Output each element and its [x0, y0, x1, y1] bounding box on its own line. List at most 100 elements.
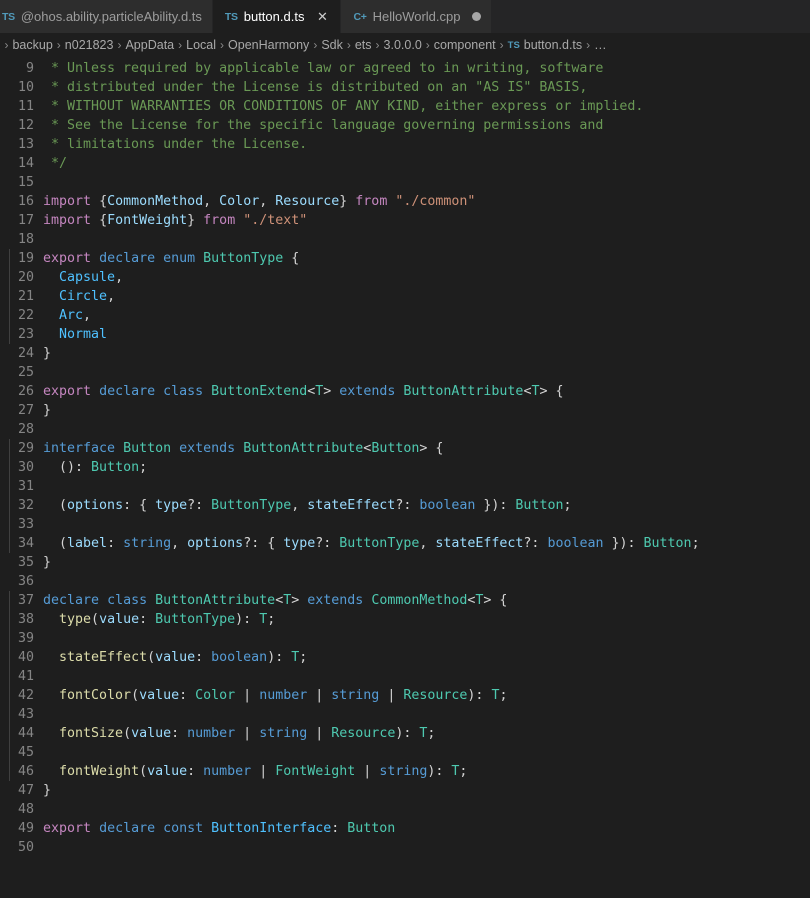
code-line[interactable] [43, 743, 810, 762]
code-line[interactable] [43, 363, 810, 382]
code-line[interactable]: export declare const ButtonInterface: Bu… [43, 819, 810, 838]
breadcrumb-item[interactable]: 3.0.0.0 [383, 38, 423, 52]
code-line[interactable] [43, 173, 810, 192]
code-token: ; [267, 612, 276, 627]
code-line[interactable]: */ [43, 154, 810, 173]
code-line[interactable]: stateEffect(value: boolean): T; [43, 648, 810, 667]
breadcrumb-item[interactable]: AppData [124, 38, 175, 52]
breadcrumb-item[interactable]: component [433, 38, 497, 52]
code-token: ButtonExtend [211, 384, 308, 399]
code-lines[interactable]: * Unless required by applicable law or a… [34, 59, 810, 857]
code-token: Resource [275, 194, 340, 209]
code-token: : [331, 821, 348, 836]
code-line[interactable] [43, 420, 810, 439]
code-token: export [43, 384, 92, 399]
code-line[interactable]: (): Button; [43, 458, 810, 477]
close-icon[interactable]: ✕ [314, 9, 330, 25]
editor-tab[interactable]: TS button.d.ts ✕ [212, 0, 342, 33]
code-token: ( [131, 688, 140, 703]
code-line[interactable]: * Unless required by applicable law or a… [43, 59, 810, 78]
code-line[interactable] [43, 477, 810, 496]
line-number: 29 [17, 441, 34, 456]
code-token: boolean [547, 536, 604, 551]
code-line[interactable] [43, 629, 810, 648]
line-number: 27 [17, 403, 34, 418]
code-line[interactable] [43, 230, 810, 249]
code-line[interactable]: export declare enum ButtonType { [43, 249, 810, 268]
code-token: ): [267, 650, 292, 665]
breadcrumb-item[interactable]: TS button.d.ts [507, 38, 584, 52]
code-token: Button [347, 821, 396, 836]
code-token: } [43, 783, 52, 798]
code-line[interactable]: * limitations under the License. [43, 135, 810, 154]
code-line[interactable]: export declare class ButtonExtend<T> ext… [43, 382, 810, 401]
code-token: value [99, 612, 140, 627]
unsaved-changes-dot-icon[interactable] [471, 12, 481, 21]
code-token: value [155, 650, 196, 665]
code-line[interactable] [43, 800, 810, 819]
code-line[interactable]: type(value: ButtonType): T; [43, 610, 810, 629]
code-token: Button [91, 460, 140, 475]
breadcrumb-item[interactable]: ets [354, 38, 373, 52]
code-token: declare [99, 821, 156, 836]
code-line[interactable] [43, 515, 810, 534]
breadcrumb-item[interactable]: OpenHarmony [227, 38, 310, 52]
code-token: extends [179, 441, 236, 456]
code-line[interactable]: * WITHOUT WARRANTIES OR CONDITIONS OF AN… [43, 97, 810, 116]
code-line[interactable]: * distributed under the License is distr… [43, 78, 810, 97]
code-token: declare [43, 593, 100, 608]
code-line[interactable]: import {CommonMethod, Color, Resource} f… [43, 192, 810, 211]
code-line[interactable]: fontWeight(value: number | FontWeight | … [43, 762, 810, 781]
code-line[interactable] [43, 705, 810, 724]
code-line[interactable]: } [43, 401, 810, 420]
code-token: > { [539, 384, 564, 399]
code-token: ; [459, 764, 468, 779]
code-line[interactable]: interface Button extends ButtonAttribute… [43, 439, 810, 458]
code-token: enum [163, 251, 196, 266]
code-token: ?: [187, 498, 212, 513]
code-line[interactable]: import {FontWeight} from "./text" [43, 211, 810, 230]
code-line[interactable]: fontSize(value: number | string | Resour… [43, 724, 810, 743]
code-token: "./text" [243, 213, 308, 228]
code-line[interactable]: declare class ButtonAttribute<T> extends… [43, 591, 810, 610]
code-line[interactable] [43, 838, 810, 857]
line-number-gutter: 9 10 11 12 13 14 15 16 17 18 19 20 21 22 23 24 25 26 27 28 2… [0, 59, 34, 857]
code-line[interactable]: (label: string, options?: { type?: Butto… [43, 534, 810, 553]
code-line[interactable] [43, 667, 810, 686]
code-line[interactable]: } [43, 781, 810, 800]
line-number: 23 [17, 327, 34, 342]
code-line[interactable]: Normal [43, 325, 810, 344]
breadcrumb-item-label: component [433, 38, 496, 52]
code-line[interactable]: * See the License for the specific langu… [43, 116, 810, 135]
breadcrumb-item[interactable]: Local [185, 38, 217, 52]
breadcrumb-item-label: Sdk [321, 38, 343, 52]
code-token: Resource [331, 726, 396, 741]
code-token: options [67, 498, 124, 513]
code-line[interactable]: (options: { type?: ButtonType, stateEffe… [43, 496, 810, 515]
indent-guide [9, 591, 10, 781]
line-number: 21 [17, 289, 34, 304]
code-token: ?: [395, 498, 420, 513]
code-line[interactable]: } [43, 344, 810, 363]
code-token: declare [99, 251, 156, 266]
code-line[interactable]: Circle, [43, 287, 810, 306]
breadcrumb-item[interactable]: … [593, 38, 608, 52]
code-token: , [171, 536, 188, 551]
code-line[interactable]: Arc, [43, 306, 810, 325]
code-token: , [203, 194, 220, 209]
code-line[interactable]: Capsule, [43, 268, 810, 287]
editor-tab[interactable]: TS @ohos.ability.particleAbility.d.ts [0, 0, 213, 33]
line-number: 14 [17, 156, 34, 171]
line-number: 11 [17, 99, 34, 114]
code-token: , [259, 194, 276, 209]
code-line[interactable]: fontColor(value: Color | number | string… [43, 686, 810, 705]
breadcrumb-item[interactable]: Sdk [320, 38, 344, 52]
code-line[interactable] [43, 572, 810, 591]
breadcrumb-item[interactable]: n021823 [64, 38, 115, 52]
breadcrumb-item[interactable]: backup [11, 38, 53, 52]
code-line[interactable]: } [43, 553, 810, 572]
editor-tab[interactable]: C+ HelloWorld.cpp [341, 0, 492, 33]
code-editor[interactable]: 9 10 11 12 13 14 15 16 17 18 19 20 21 22 23 24 25 26 27 28 2… [0, 57, 810, 898]
